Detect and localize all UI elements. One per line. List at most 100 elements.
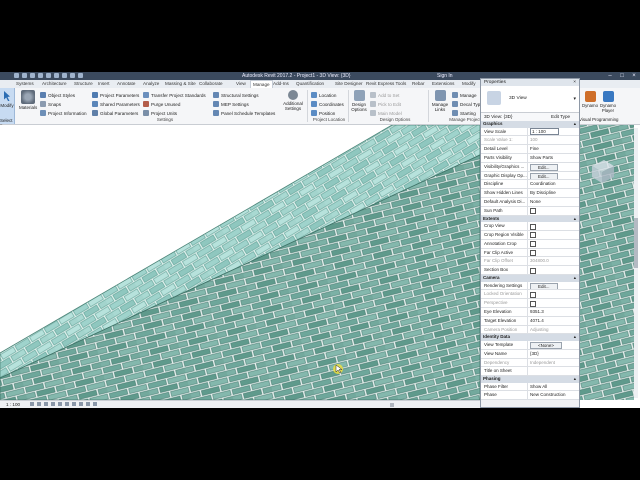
settings-item-6[interactable]: Global Parameters xyxy=(92,109,138,117)
manage-links-button[interactable]: Manage Links xyxy=(431,90,449,112)
render-icon[interactable] xyxy=(58,402,62,406)
collapse-icon[interactable]: ▴ xyxy=(574,334,576,341)
view-scale[interactable]: 1 : 100 xyxy=(6,402,20,407)
tab-analyze[interactable]: Analyze xyxy=(143,81,159,86)
redo-icon[interactable] xyxy=(38,73,43,78)
property-value[interactable]: None xyxy=(528,198,579,206)
location-item-2[interactable]: Coordinates xyxy=(311,100,344,108)
group-extents[interactable]: Extents ▴ xyxy=(481,215,579,223)
chevron-down-icon[interactable]: ▾ xyxy=(573,96,576,102)
tab-structure[interactable]: Structure xyxy=(74,81,93,86)
property-edit-button[interactable]: Edit... xyxy=(530,172,558,180)
property-value[interactable]: 9351.3 xyxy=(528,308,579,316)
text-icon[interactable] xyxy=(62,73,67,78)
minimize-icon[interactable]: – xyxy=(604,72,616,80)
manage-project-item-3[interactable]: Starting xyxy=(452,109,476,117)
select-dropdown[interactable]: Select ▾ xyxy=(0,118,16,128)
settings-extra-2[interactable]: MEP Settings xyxy=(213,100,249,108)
tab-add-ins[interactable]: Add-Ins xyxy=(273,81,289,86)
shadows-icon[interactable] xyxy=(51,402,55,406)
property-value[interactable]: Show All xyxy=(528,383,579,391)
settings-item-3[interactable]: Project Information xyxy=(40,109,87,117)
print-icon[interactable] xyxy=(46,73,51,78)
property-value[interactable]: Show Parts xyxy=(528,154,579,162)
collapse-icon[interactable]: ▴ xyxy=(574,121,576,128)
tab-systems[interactable]: Systems xyxy=(16,81,34,86)
design-option-item-1[interactable]: Add to Set xyxy=(370,91,399,99)
tab-revit-express-tools[interactable]: Revit Express Tools xyxy=(366,81,406,86)
dynamo-button[interactable]: Dynamo xyxy=(581,91,599,108)
close-icon[interactable]: × xyxy=(628,72,640,80)
detail-level-icon[interactable] xyxy=(30,402,34,406)
group-graphics[interactable]: Graphics ▴ xyxy=(481,121,579,128)
instance-filter-select[interactable]: 3D View: {3D} xyxy=(484,114,513,119)
visual-style-icon[interactable] xyxy=(37,402,41,406)
open-icon[interactable] xyxy=(14,73,19,78)
tab-view[interactable]: View xyxy=(236,81,246,86)
tab-insert[interactable]: Insert xyxy=(98,81,110,86)
tab-collaborate[interactable]: Collaborate xyxy=(199,81,223,86)
tab-extensions[interactable]: Extensions xyxy=(432,81,454,86)
crop-icon[interactable] xyxy=(65,402,69,406)
show-crop-icon[interactable] xyxy=(72,402,76,406)
collapse-icon[interactable]: ▴ xyxy=(574,275,576,282)
scrollbar-thumb[interactable] xyxy=(634,218,638,268)
reveal-icon[interactable] xyxy=(93,402,97,406)
settings-item-9[interactable]: Project Units xyxy=(143,109,177,117)
location-item-3[interactable]: Position xyxy=(311,109,335,117)
property-value[interactable]: {3D} xyxy=(528,350,579,358)
close-icon[interactable]: × xyxy=(573,79,576,86)
collapse-icon[interactable]: ▴ xyxy=(574,216,576,223)
group-camera[interactable]: Camera ▴ xyxy=(481,274,579,282)
settings-item-7[interactable]: Transfer Project Standards xyxy=(143,91,206,99)
tab-quantification[interactable]: Quantification xyxy=(296,81,324,86)
property-checkbox[interactable] xyxy=(530,267,536,274)
lock-icon[interactable] xyxy=(79,402,83,406)
tab-site-designer[interactable]: Site Designer xyxy=(335,81,363,86)
vertical-scrollbar[interactable] xyxy=(634,128,638,398)
edit-type-button[interactable]: Edit Type xyxy=(551,114,570,119)
manage-project-item-1[interactable]: Manage xyxy=(452,91,477,99)
section-icon[interactable] xyxy=(78,73,83,78)
undo-icon[interactable] xyxy=(30,73,35,78)
property-edit-button[interactable]: Edit... xyxy=(530,163,558,171)
tab-rebar[interactable]: Rebar xyxy=(412,81,425,86)
tab-modify[interactable]: Modify xyxy=(462,81,476,86)
settings-extra-3[interactable]: Panel Schedule Templates xyxy=(213,109,275,117)
group-phasing[interactable]: Phasing ▴ xyxy=(481,376,579,383)
design-options-button[interactable]: Design Options xyxy=(350,90,368,112)
tab-annotate[interactable]: Annotate xyxy=(117,81,135,86)
property-value[interactable]: Fine xyxy=(528,145,579,153)
group-identity-data[interactable]: Identity Data ▴ xyxy=(481,334,579,341)
design-option-item-3[interactable]: Main Model xyxy=(370,109,402,117)
property-checkbox[interactable] xyxy=(530,232,536,239)
3d-view-icon[interactable] xyxy=(70,73,75,78)
sun-path-icon[interactable] xyxy=(44,402,48,406)
sign-in-link[interactable]: Sign In xyxy=(437,73,453,79)
horizontal-scroll-thumb[interactable] xyxy=(390,403,394,407)
settings-item-1[interactable]: Object Styles xyxy=(40,91,75,99)
property-value[interactable]: Coordination xyxy=(528,180,579,188)
settings-item-4[interactable]: Project Parameters xyxy=(92,91,139,99)
tab-massing-site[interactable]: Massing & Site xyxy=(165,81,196,86)
property-value[interactable]: By Discipline xyxy=(528,189,579,197)
property-value[interactable]: New Construction xyxy=(528,391,579,399)
property-value[interactable] xyxy=(528,367,579,375)
view-scale-input[interactable]: 1 : 100 xyxy=(530,127,559,135)
property-value[interactable]: 4071.4 xyxy=(528,317,579,325)
property-checkbox[interactable] xyxy=(530,223,536,230)
settings-item-2[interactable]: Snaps xyxy=(40,100,61,108)
materials-button[interactable]: Materials xyxy=(19,90,37,110)
property-checkbox[interactable] xyxy=(530,241,536,248)
settings-item-8[interactable]: Purge Unused xyxy=(143,100,180,108)
maximize-icon[interactable]: □ xyxy=(616,72,628,80)
type-selector[interactable]: 3D View ▾ xyxy=(481,86,579,113)
property-edit-button[interactable]: Edit... xyxy=(530,282,558,290)
location-item-1[interactable]: Location xyxy=(311,91,336,99)
property-checkbox[interactable] xyxy=(530,208,536,215)
hide-icon[interactable] xyxy=(86,402,90,406)
save-icon[interactable] xyxy=(22,73,27,78)
collapse-icon[interactable]: ▴ xyxy=(574,376,576,383)
settings-item-5[interactable]: Shared Parameters xyxy=(92,100,140,108)
additional-settings-button[interactable]: Additional Settings xyxy=(281,90,305,111)
